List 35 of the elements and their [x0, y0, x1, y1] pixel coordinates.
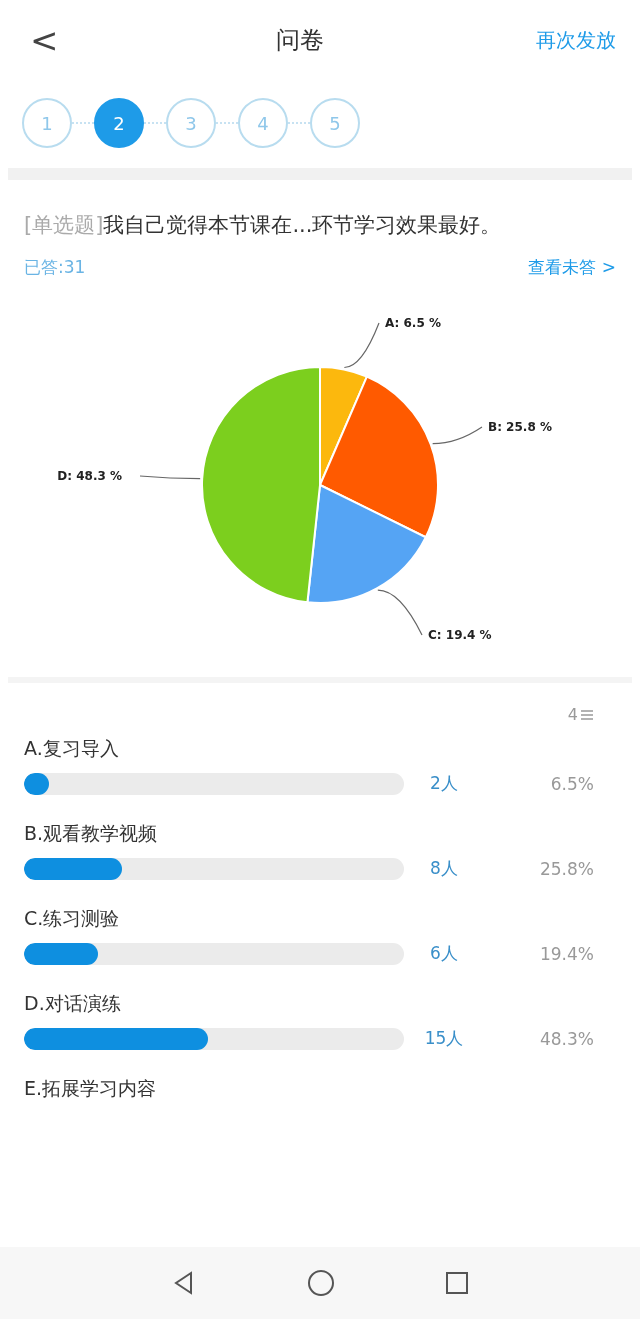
- option-count: 4: [567, 705, 578, 724]
- reissue-button[interactable]: 再次发放: [536, 22, 616, 58]
- vote-percent: 6.5%: [549, 773, 594, 794]
- vote-count: 2人: [429, 772, 459, 795]
- step-button[interactable]: 1: [22, 98, 72, 148]
- option-label: C.练习测验: [24, 906, 121, 931]
- slice-label: A: 6.5 %: [385, 316, 441, 330]
- back-button[interactable]: <: [24, 20, 65, 60]
- question-text: [单选题]我自己觉得本节课在...环节学习效果最好。: [23, 212, 503, 239]
- option-label: D.对话演练: [24, 991, 122, 1016]
- step-button[interactable]: 5: [310, 98, 360, 148]
- vote-percent: 48.3%: [539, 1028, 594, 1049]
- vote-count: 6人: [429, 942, 459, 965]
- vote-percent: 25.8%: [539, 858, 594, 879]
- step-button[interactable]: 3: [166, 98, 216, 148]
- slice-label: C: 19.4 %: [428, 628, 492, 642]
- unanswered-link[interactable]: 查看未答 >: [528, 256, 616, 279]
- vote-count: 8人: [429, 857, 459, 880]
- vote-percent: 19.4%: [539, 943, 594, 964]
- page-title: 问卷: [276, 25, 325, 56]
- step-button[interactable]: 2: [94, 98, 144, 148]
- home-nav-icon[interactable]: [307, 1269, 335, 1297]
- option-label: B.观看教学视频: [24, 821, 159, 846]
- leader-line: [343, 322, 380, 369]
- option-label: E.拓展学习内容: [24, 1076, 158, 1101]
- leader-line: [432, 426, 483, 445]
- recents-nav-icon[interactable]: [445, 1271, 469, 1295]
- step-button[interactable]: 4: [238, 98, 288, 148]
- slice-label: B: 25.8 %: [488, 420, 552, 434]
- answered-count: 已答:31: [24, 256, 86, 279]
- slice-label: D: 48.3 %: [57, 469, 122, 483]
- option-label: A.复习导入: [24, 736, 120, 761]
- leader-line: [139, 475, 201, 480]
- vote-count: 15人: [423, 1027, 465, 1050]
- leader-line: [377, 589, 423, 636]
